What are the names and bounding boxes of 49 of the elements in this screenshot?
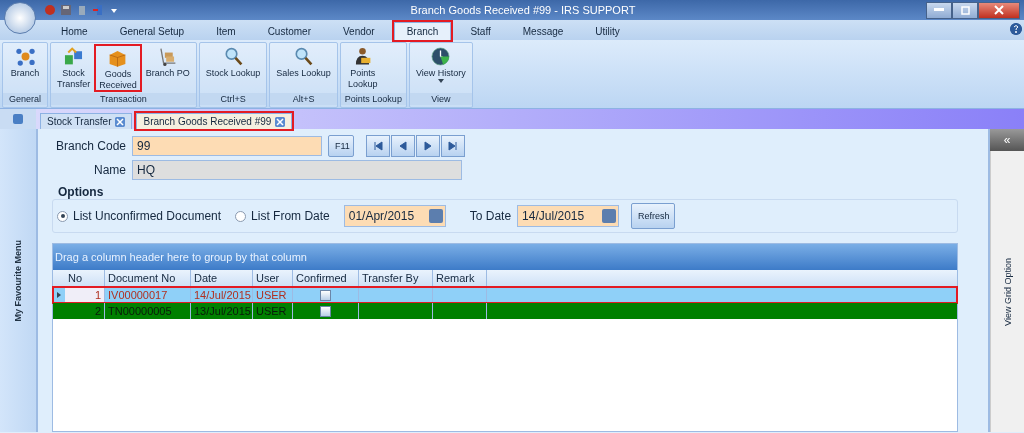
radio-option[interactable]: List From Date	[235, 209, 330, 223]
ribbon-button[interactable]: Goods Received	[94, 44, 142, 92]
ribbon-tab[interactable]: Staff	[457, 22, 504, 40]
group-label: View	[409, 93, 472, 105]
document-tab[interactable]: Stock Transfer	[40, 113, 133, 129]
name-field[interactable]: HQ	[132, 160, 462, 180]
ribbon-button[interactable]: Stock Transfer	[53, 44, 95, 92]
favourite-menu-label[interactable]: My Favourite Menu	[13, 239, 23, 322]
group-label: General	[3, 93, 47, 105]
grid-row[interactable]: 1 IV00000017 14/Jul/2015 USER	[53, 287, 957, 303]
group-label: Alt+S	[270, 93, 337, 105]
ribbon-button[interactable]: Stock Lookup	[201, 44, 265, 92]
ribbon-button[interactable]: Branch PO	[141, 44, 194, 92]
radio-label: List From Date	[251, 209, 330, 223]
ribbon-button[interactable]: View History	[411, 44, 470, 92]
table-cell: 2	[65, 303, 105, 319]
grid-row[interactable]: 2 TN00000005 13/Jul/2015 USER	[53, 303, 957, 319]
group-by-hint: Drag a column header here to group by that column	[53, 244, 957, 270]
ribbon-button[interactable]: Branch	[5, 44, 45, 92]
collapse-button[interactable]: «	[990, 129, 1024, 151]
ribbon-tab[interactable]: Home	[48, 22, 101, 40]
ribbon-tab[interactable]: General Setup	[106, 22, 198, 40]
branch-code-field[interactable]: 99	[132, 136, 322, 156]
grid-option-label[interactable]: View Grid Option	[1002, 257, 1013, 326]
table-cell: 13/Jul/2015	[191, 303, 253, 319]
ribbon-tab[interactable]: Item	[203, 22, 249, 40]
field-label: Branch Code	[54, 139, 126, 153]
window-title: Branch Goods Received #99 - IRS SUPPORT	[409, 4, 637, 16]
document-tab[interactable]: Branch Goods Received #99	[136, 113, 293, 129]
ribbon-tab[interactable]: Message	[509, 22, 577, 40]
ribbon-button[interactable]: Sales Lookup	[272, 44, 335, 92]
to-date-label: To Date	[469, 209, 512, 223]
ribbon-tab[interactable]: Utility	[582, 22, 633, 40]
lookup-button[interactable]: F11	[328, 135, 354, 157]
from-date-field[interactable]: 01/Apr/2015	[343, 205, 446, 227]
field-label: Name	[93, 163, 126, 177]
group-label: Transaction	[51, 93, 196, 105]
to-date-field[interactable]: 14/Jul/2015	[517, 205, 620, 227]
ribbon-tab[interactable]: Branch	[393, 22, 452, 40]
ribbon-button[interactable]: Points Lookup	[342, 44, 383, 92]
table-cell: TN00000005	[105, 303, 191, 319]
ribbon-tab[interactable]: Vendor	[330, 22, 388, 40]
group-label: Points Lookup	[340, 93, 406, 105]
refresh-button[interactable]: Refresh	[631, 203, 676, 229]
ribbon-tab[interactable]: Customer	[254, 22, 324, 40]
group-label: Ctrl+S	[199, 93, 267, 105]
table-cell: USER	[253, 303, 293, 319]
options-title: Options	[58, 185, 105, 199]
table-cell: 1	[65, 287, 105, 303]
